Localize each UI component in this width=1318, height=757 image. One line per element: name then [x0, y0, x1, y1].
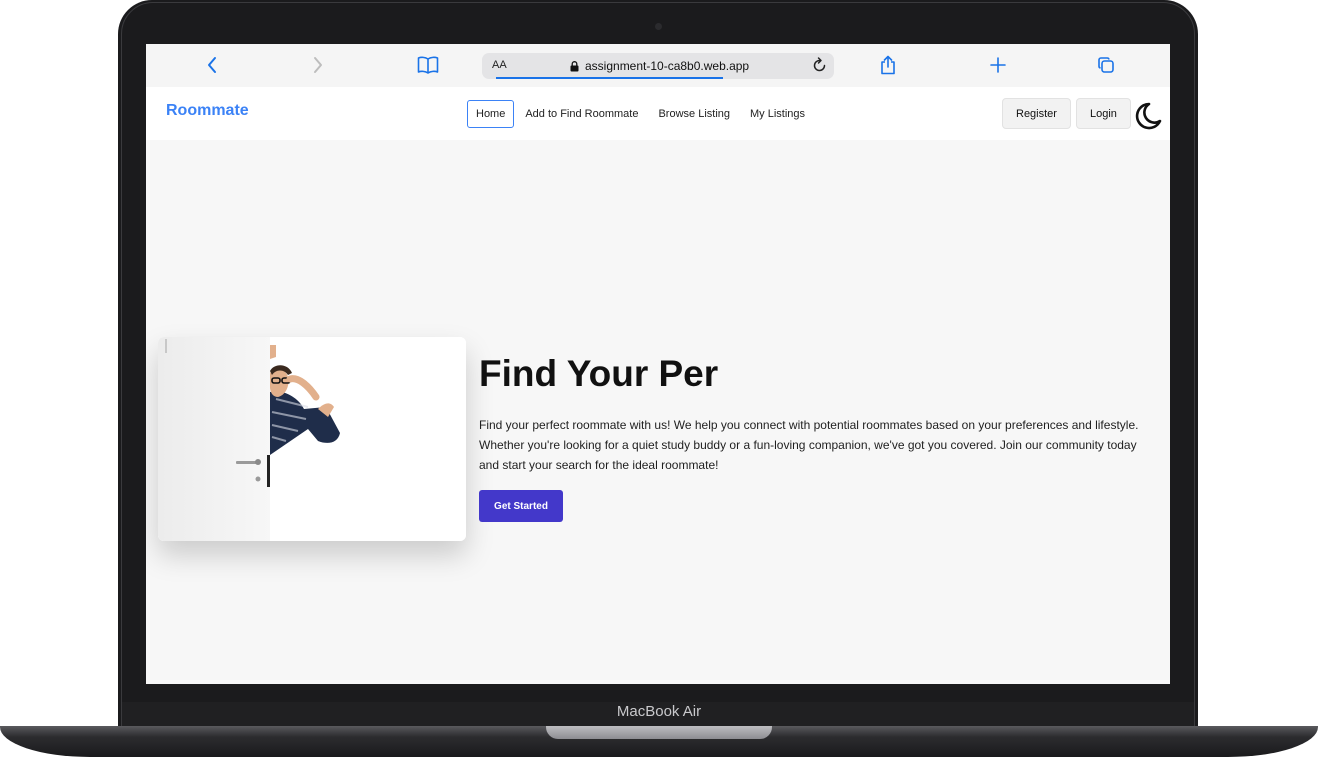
nav-my-listings[interactable]: My Listings: [741, 100, 814, 128]
brand-logo[interactable]: Roommate: [166, 102, 249, 120]
device-label: MacBook Air: [616, 703, 702, 720]
login-button[interactable]: Login: [1076, 98, 1131, 129]
camera-icon: [655, 23, 662, 30]
chevron-left-icon: [208, 57, 216, 73]
register-button[interactable]: Register: [1002, 98, 1071, 129]
url-display[interactable]: assignment-10-ca8b0.web.app: [570, 59, 749, 73]
hero-description: Find your perfect roommate with us! We h…: [479, 418, 1139, 472]
text-size-button[interactable]: AA: [492, 59, 507, 71]
reload-button[interactable]: [812, 56, 828, 78]
hero-title: Find Your Per: [479, 353, 719, 394]
plus-icon: [990, 57, 1006, 73]
forward-button[interactable]: [306, 52, 330, 78]
nav-home[interactable]: Home: [467, 100, 515, 128]
person-behind-door-illustration: [158, 337, 466, 541]
share-icon: [881, 55, 895, 75]
address-bar[interactable]: AA assignment-10-ca8b0.web.app: [482, 53, 834, 79]
laptop-hinge-notch: [546, 726, 772, 739]
tabs-icon: [1098, 57, 1114, 73]
share-button[interactable]: [876, 52, 900, 78]
screen: AA assignment-10-ca8b0.web.app Roommate …: [146, 44, 1170, 684]
nav-add-roommate[interactable]: Add to Find Roommate: [516, 100, 647, 128]
browser-toolbar: AA assignment-10-ca8b0.web.app: [146, 44, 1170, 88]
theme-toggle[interactable]: [1132, 101, 1162, 131]
nav-browse-listing[interactable]: Browse Listing: [649, 100, 739, 128]
chevron-right-icon: [314, 57, 322, 73]
tabs-button[interactable]: [1094, 52, 1118, 78]
bookmarks-button[interactable]: [414, 52, 442, 78]
back-button[interactable]: [200, 52, 224, 78]
url-text: assignment-10-ca8b0.web.app: [585, 59, 750, 73]
lock-icon: [570, 60, 579, 71]
moon-icon: [1135, 102, 1162, 130]
get-started-button[interactable]: Get Started: [479, 490, 563, 522]
site-navbar: Roommate Home Add to Find Roommate Brows…: [146, 87, 1170, 140]
page-load-progress: [496, 77, 723, 79]
book-icon: [417, 56, 439, 74]
hero-image: [158, 337, 466, 541]
nav-links: Home Add to Find Roommate Browse Listing…: [467, 100, 814, 128]
reload-icon: [813, 57, 826, 72]
new-tab-button[interactable]: [986, 52, 1010, 78]
